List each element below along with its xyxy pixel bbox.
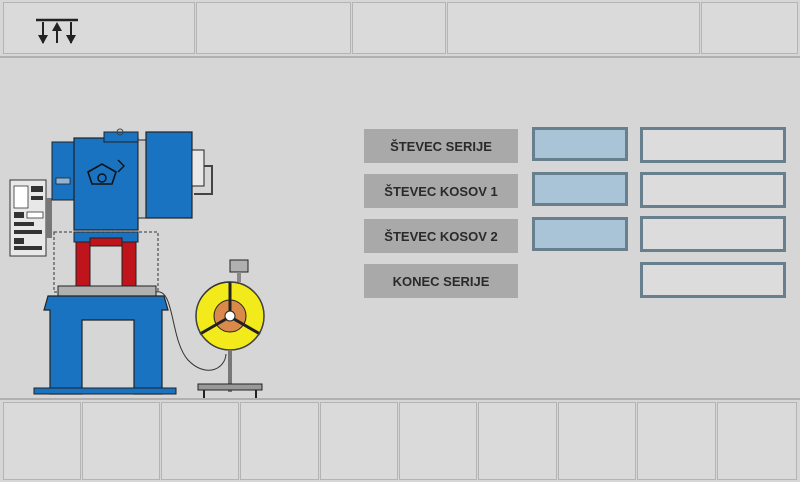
top-cell-4[interactable] xyxy=(447,2,700,54)
function-key-2[interactable] xyxy=(82,402,160,480)
function-key-3[interactable] xyxy=(161,402,239,480)
hmi-screen: ŠTEVEC SERIJE ŠTEVEC KOSOV 1 ŠTEVEC KOSO… xyxy=(0,0,800,482)
top-cell-2[interactable] xyxy=(196,2,351,54)
function-key-4[interactable] xyxy=(240,402,319,480)
series-counter-value-field[interactable] xyxy=(532,127,628,161)
top-cell-3[interactable] xyxy=(352,2,446,54)
function-key-8[interactable] xyxy=(558,402,636,480)
up-down-arrows-logo-icon xyxy=(36,18,78,44)
pieces-1-counter-value-field[interactable] xyxy=(532,172,628,206)
pieces-2-counter-value-field[interactable] xyxy=(532,217,628,251)
top-logo-cell[interactable] xyxy=(3,2,195,54)
function-key-7[interactable] xyxy=(478,402,557,480)
pieces-2-setpoint-field[interactable] xyxy=(640,216,786,252)
coil-reel-icon xyxy=(195,259,265,398)
function-key-1[interactable] xyxy=(3,402,81,480)
end-series-button[interactable]: KONEC SERIJE xyxy=(364,264,518,298)
press-machine-illustration-icon xyxy=(9,128,265,398)
top-cell-5[interactable] xyxy=(701,2,798,54)
function-key-10[interactable] xyxy=(717,402,797,480)
counter-label-series: ŠTEVEC SERIJE xyxy=(364,129,518,163)
function-key-5[interactable] xyxy=(320,402,398,480)
end-series-setpoint-field[interactable] xyxy=(640,262,786,298)
counter-label-pieces-2[interactable]: ŠTEVEC KOSOV 2 xyxy=(364,219,518,253)
function-key-9[interactable] xyxy=(637,402,716,480)
series-setpoint-field[interactable] xyxy=(640,127,786,163)
top-bar xyxy=(0,0,800,58)
pieces-1-setpoint-field[interactable] xyxy=(640,172,786,208)
counter-label-pieces-1: ŠTEVEC KOSOV 1 xyxy=(364,174,518,208)
function-key-6[interactable] xyxy=(399,402,477,480)
function-key-bar xyxy=(0,400,800,482)
top-divider xyxy=(0,56,800,58)
